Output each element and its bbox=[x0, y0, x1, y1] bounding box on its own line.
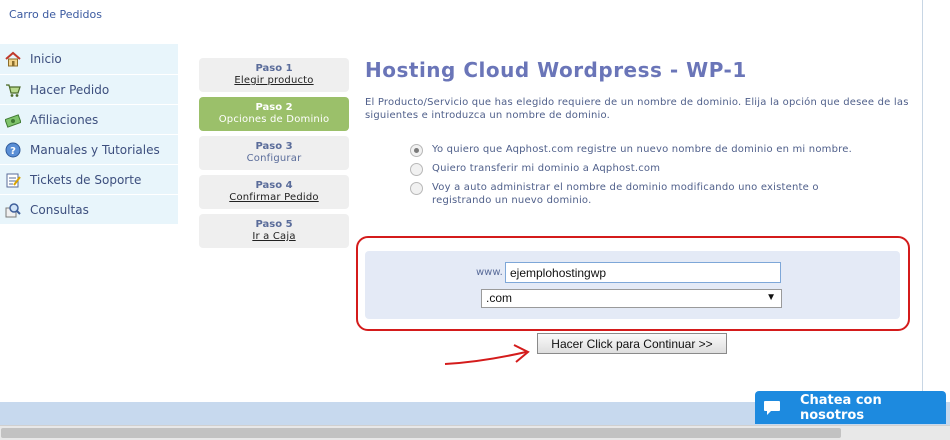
option-register[interactable]: Yo quiero que Aqphost.com registre un nu… bbox=[406, 143, 856, 157]
svg-text:?: ? bbox=[10, 146, 16, 157]
sidebar-item-afiliaciones[interactable]: Afiliaciones bbox=[0, 105, 178, 135]
step-4[interactable]: Paso 4 Confirmar Pedido bbox=[199, 175, 349, 209]
step-number: Paso 5 bbox=[255, 219, 293, 230]
domain-options: Yo quiero que Aqphost.com registre un nu… bbox=[406, 143, 856, 213]
step-number: Paso 1 bbox=[255, 63, 293, 74]
sidebar: Inicio Hacer Pedido Afiliaciones ? Manua… bbox=[0, 44, 178, 225]
option-own-domain[interactable]: Voy a auto administrar el nombre de domi… bbox=[406, 181, 856, 207]
sidebar-item-label: Afiliaciones bbox=[30, 112, 99, 127]
option-label: Quiero transferir mi dominio a Aqphost.c… bbox=[432, 163, 661, 174]
chat-widget-button[interactable]: Chatea con nosotros bbox=[755, 391, 946, 424]
step-number: Paso 2 bbox=[255, 102, 293, 113]
ticket-icon bbox=[4, 171, 22, 189]
main-content: Hosting Cloud Wordpress - WP-1 El Produc… bbox=[365, 58, 910, 122]
sidebar-item-manuales[interactable]: ? Manuales y Tutoriales bbox=[0, 135, 178, 165]
chat-bubble-icon bbox=[755, 391, 790, 424]
cart-icon bbox=[4, 81, 22, 99]
step-3: Paso 3 Configurar bbox=[199, 136, 349, 170]
radio-transfer[interactable] bbox=[410, 163, 423, 176]
sidebar-item-hacer-pedido[interactable]: Hacer Pedido bbox=[0, 75, 178, 105]
page-title: Hosting Cloud Wordpress - WP-1 bbox=[365, 58, 747, 82]
sidebar-item-tickets[interactable]: Tickets de Soporte bbox=[0, 165, 178, 195]
radio-register[interactable] bbox=[410, 144, 423, 157]
search-icon bbox=[4, 201, 22, 219]
home-icon bbox=[4, 50, 22, 68]
sidebar-item-label: Consultas bbox=[30, 202, 89, 217]
content-border bbox=[922, 0, 923, 400]
sidebar-item-label: Inicio bbox=[30, 52, 62, 66]
step-name: Opciones de Dominio bbox=[218, 114, 330, 125]
horizontal-scrollbar[interactable] bbox=[0, 425, 950, 440]
scrollbar-thumb[interactable] bbox=[1, 428, 841, 438]
step-name[interactable]: Ir a Caja bbox=[199, 231, 349, 243]
sidebar-item-inicio[interactable]: Inicio bbox=[0, 44, 178, 75]
red-arrow-annotation bbox=[444, 344, 530, 365]
step-1[interactable]: Paso 1 Elegir producto bbox=[199, 58, 349, 92]
sidebar-item-label: Tickets de Soporte bbox=[30, 172, 142, 187]
intro-text: El Producto/Servicio que has elegido req… bbox=[365, 97, 909, 121]
sidebar-item-label: Manuales y Tutoriales bbox=[30, 142, 160, 157]
tld-select[interactable]: .com ▼ bbox=[481, 289, 782, 308]
continue-button[interactable]: Hacer Click para Continuar >> bbox=[537, 333, 727, 354]
domain-name-input[interactable] bbox=[505, 262, 781, 283]
option-label: Yo quiero que Aqphost.com registre un nu… bbox=[432, 144, 852, 155]
step-name[interactable]: Confirmar Pedido bbox=[199, 192, 349, 204]
step-2: Paso 2 Opciones de Dominio bbox=[199, 97, 349, 131]
sidebar-item-consultas[interactable]: Consultas bbox=[0, 195, 178, 225]
top-bar: Carro de Pedidos bbox=[0, 0, 922, 42]
option-label: Voy a auto administrar el nombre de domi… bbox=[432, 182, 819, 206]
chat-label: Chatea con nosotros bbox=[799, 392, 882, 423]
sidebar-item-label: Hacer Pedido bbox=[30, 82, 110, 97]
www-prefix: www. bbox=[476, 267, 503, 278]
step-number: Paso 3 bbox=[255, 141, 293, 152]
step-number: Paso 4 bbox=[255, 180, 293, 191]
chevron-down-icon: ▼ bbox=[766, 292, 776, 303]
step-name[interactable]: Elegir producto bbox=[199, 75, 349, 87]
checkout-steps: Paso 1 Elegir producto Paso 2 Opciones d… bbox=[199, 58, 349, 253]
step-5[interactable]: Paso 5 Ir a Caja bbox=[199, 214, 349, 248]
radio-own-domain[interactable] bbox=[410, 182, 423, 195]
help-icon: ? bbox=[4, 141, 22, 159]
breadcrumb[interactable]: Carro de Pedidos bbox=[9, 8, 102, 21]
option-transfer[interactable]: Quiero transferir mi dominio a Aqphost.c… bbox=[406, 162, 856, 176]
step-name: Configurar bbox=[246, 153, 302, 164]
money-icon bbox=[4, 111, 22, 129]
tld-selected-value: .com bbox=[486, 291, 513, 305]
